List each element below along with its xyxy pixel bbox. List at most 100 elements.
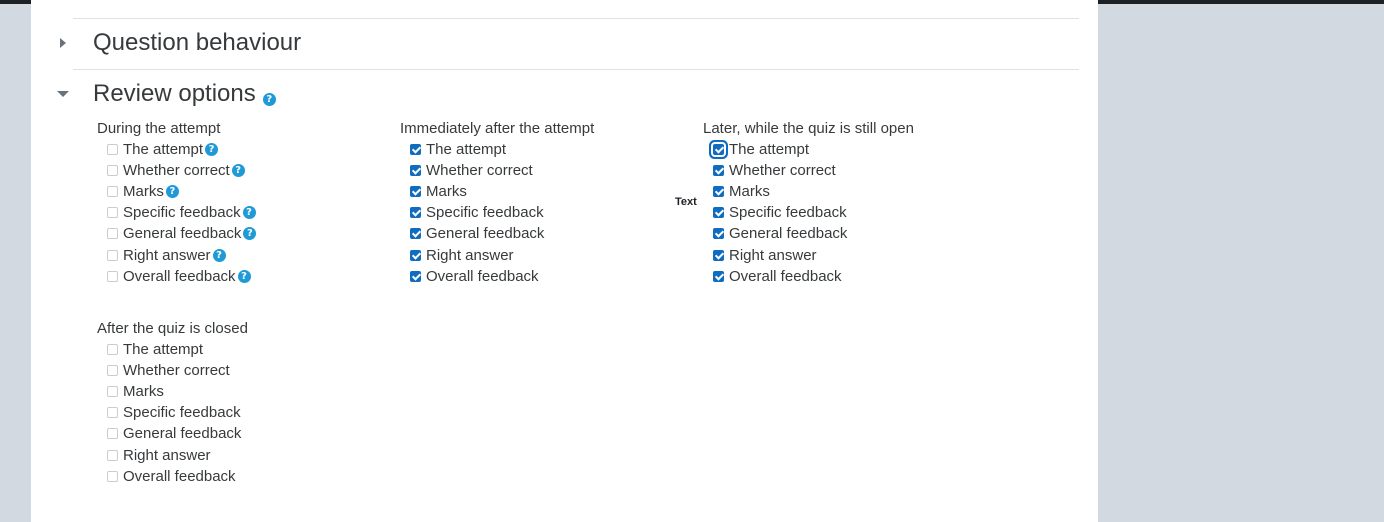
- floating-text-label: Text: [675, 196, 697, 208]
- checkbox[interactable]: [410, 186, 421, 198]
- option-label: Right answer: [123, 446, 211, 464]
- section-review-options[interactable]: Review options ?: [53, 80, 276, 108]
- option-label: General feedback: [123, 225, 242, 243]
- checkbox[interactable]: [713, 207, 724, 219]
- option-label: Overall feedback: [123, 267, 236, 285]
- option-label: Right answer: [729, 246, 817, 264]
- help-icon[interactable]: ?: [205, 143, 219, 157]
- help-icon[interactable]: ?: [212, 248, 226, 262]
- option-during-right-answer[interactable]: Right answer?: [107, 244, 256, 265]
- option-during-specific-feedback[interactable]: Specific feedback?: [107, 202, 256, 223]
- option-label: Marks: [123, 183, 164, 201]
- help-icon[interactable]: ?: [262, 92, 276, 106]
- option-closed-general-feedback[interactable]: General feedback: [107, 423, 248, 444]
- checkbox[interactable]: [713, 186, 724, 198]
- option-later-right-answer[interactable]: Right answer: [713, 244, 914, 265]
- checkbox[interactable]: [107, 249, 118, 261]
- checkbox[interactable]: [713, 165, 724, 177]
- checkbox[interactable]: [107, 407, 118, 419]
- checkbox[interactable]: [410, 270, 421, 282]
- column-title: Later, while the quiz is still open: [703, 120, 914, 137]
- checkbox[interactable]: [107, 270, 118, 282]
- settings-panel: Question behaviour Review options ? Duri…: [31, 0, 1098, 522]
- option-closed-the-attempt[interactable]: The attempt: [107, 339, 248, 360]
- help-icon[interactable]: ?: [231, 164, 245, 178]
- checkbox[interactable]: [410, 228, 421, 240]
- option-during-overall-feedback[interactable]: Overall feedback?: [107, 266, 256, 287]
- option-during-the-attempt[interactable]: The attempt?: [107, 139, 256, 160]
- option-label: Specific feedback: [123, 404, 241, 422]
- option-label: Specific feedback: [729, 204, 847, 222]
- checkbox[interactable]: [107, 449, 118, 461]
- option-during-marks[interactable]: Marks?: [107, 181, 256, 202]
- option-immediately-the-attempt[interactable]: The attempt: [410, 139, 594, 160]
- option-label: General feedback: [426, 225, 545, 243]
- review-column-during: During the attempt The attempt? Whether co…: [97, 118, 257, 287]
- checkbox[interactable]: [713, 249, 724, 261]
- option-label: Overall feedback: [426, 267, 539, 285]
- chevron-down-icon: [53, 84, 73, 104]
- checkbox[interactable]: [107, 428, 118, 440]
- review-column-closed: After the quiz is closed The attempt Wheth…: [97, 318, 248, 487]
- checkbox[interactable]: [107, 207, 118, 219]
- section-question-behaviour[interactable]: Question behaviour: [53, 29, 301, 57]
- option-label: Specific feedback: [426, 204, 544, 222]
- help-icon[interactable]: ?: [237, 269, 251, 283]
- option-immediately-general-feedback[interactable]: General feedback: [410, 223, 594, 244]
- option-closed-marks[interactable]: Marks: [107, 381, 248, 402]
- checkbox[interactable]: [713, 144, 724, 156]
- checkbox[interactable]: [713, 270, 724, 282]
- option-later-specific-feedback[interactable]: Specific feedback: [713, 202, 914, 223]
- option-label: The attempt: [729, 141, 810, 159]
- checkbox[interactable]: [410, 144, 421, 156]
- column-title: Immediately after the attempt: [400, 120, 595, 137]
- option-later-the-attempt[interactable]: The attempt: [713, 139, 914, 160]
- divider: [73, 18, 1079, 19]
- checkbox[interactable]: [107, 344, 118, 356]
- checkbox[interactable]: [107, 228, 118, 240]
- option-label: Overall feedback: [729, 267, 842, 285]
- option-during-whether-correct[interactable]: Whether correct?: [107, 160, 256, 181]
- option-later-general-feedback[interactable]: General feedback: [713, 223, 914, 244]
- option-immediately-overall-feedback[interactable]: Overall feedback: [410, 266, 594, 287]
- section-title: Question behaviour: [93, 29, 302, 56]
- help-icon[interactable]: ?: [165, 185, 179, 199]
- chevron-right-icon: [53, 33, 73, 53]
- option-immediately-right-answer[interactable]: Right answer: [410, 244, 594, 265]
- option-label: Specific feedback: [123, 204, 241, 222]
- option-label: Marks: [729, 183, 770, 201]
- help-icon[interactable]: ?: [243, 227, 257, 241]
- option-label: The attempt: [123, 141, 204, 159]
- checkbox[interactable]: [107, 186, 118, 198]
- checkbox[interactable]: [410, 207, 421, 219]
- checkbox[interactable]: [107, 386, 118, 398]
- checkbox[interactable]: [107, 365, 118, 377]
- checkbox[interactable]: [107, 165, 118, 177]
- option-immediately-whether-correct[interactable]: Whether correct: [410, 160, 594, 181]
- option-label: General feedback: [729, 225, 848, 243]
- option-label: Overall feedback: [123, 467, 236, 485]
- option-label: The attempt: [123, 341, 204, 359]
- option-closed-whether-correct[interactable]: Whether correct: [107, 360, 248, 381]
- checkbox[interactable]: [107, 470, 118, 482]
- option-later-overall-feedback[interactable]: Overall feedback: [713, 266, 914, 287]
- option-immediately-marks[interactable]: Marks: [410, 181, 594, 202]
- option-label: Marks: [426, 183, 467, 201]
- option-closed-right-answer[interactable]: Right answer: [107, 444, 248, 465]
- option-later-marks[interactable]: Marks: [713, 181, 914, 202]
- option-during-general-feedback[interactable]: General feedback?: [107, 223, 257, 244]
- column-title: During the attempt: [97, 120, 221, 137]
- option-closed-overall-feedback[interactable]: Overall feedback: [107, 466, 248, 487]
- checkbox[interactable]: [107, 144, 118, 156]
- option-closed-specific-feedback[interactable]: Specific feedback: [107, 402, 248, 423]
- option-label: The attempt: [426, 141, 507, 159]
- option-label: Marks: [123, 383, 164, 401]
- option-immediately-specific-feedback[interactable]: Specific feedback: [410, 202, 594, 223]
- checkbox[interactable]: [410, 165, 421, 177]
- option-later-whether-correct[interactable]: Whether correct: [713, 160, 914, 181]
- checkbox[interactable]: [410, 249, 421, 261]
- option-label: Right answer: [426, 246, 514, 264]
- option-label: Right answer: [123, 246, 211, 264]
- help-icon[interactable]: ?: [242, 206, 256, 220]
- checkbox[interactable]: [713, 228, 724, 240]
